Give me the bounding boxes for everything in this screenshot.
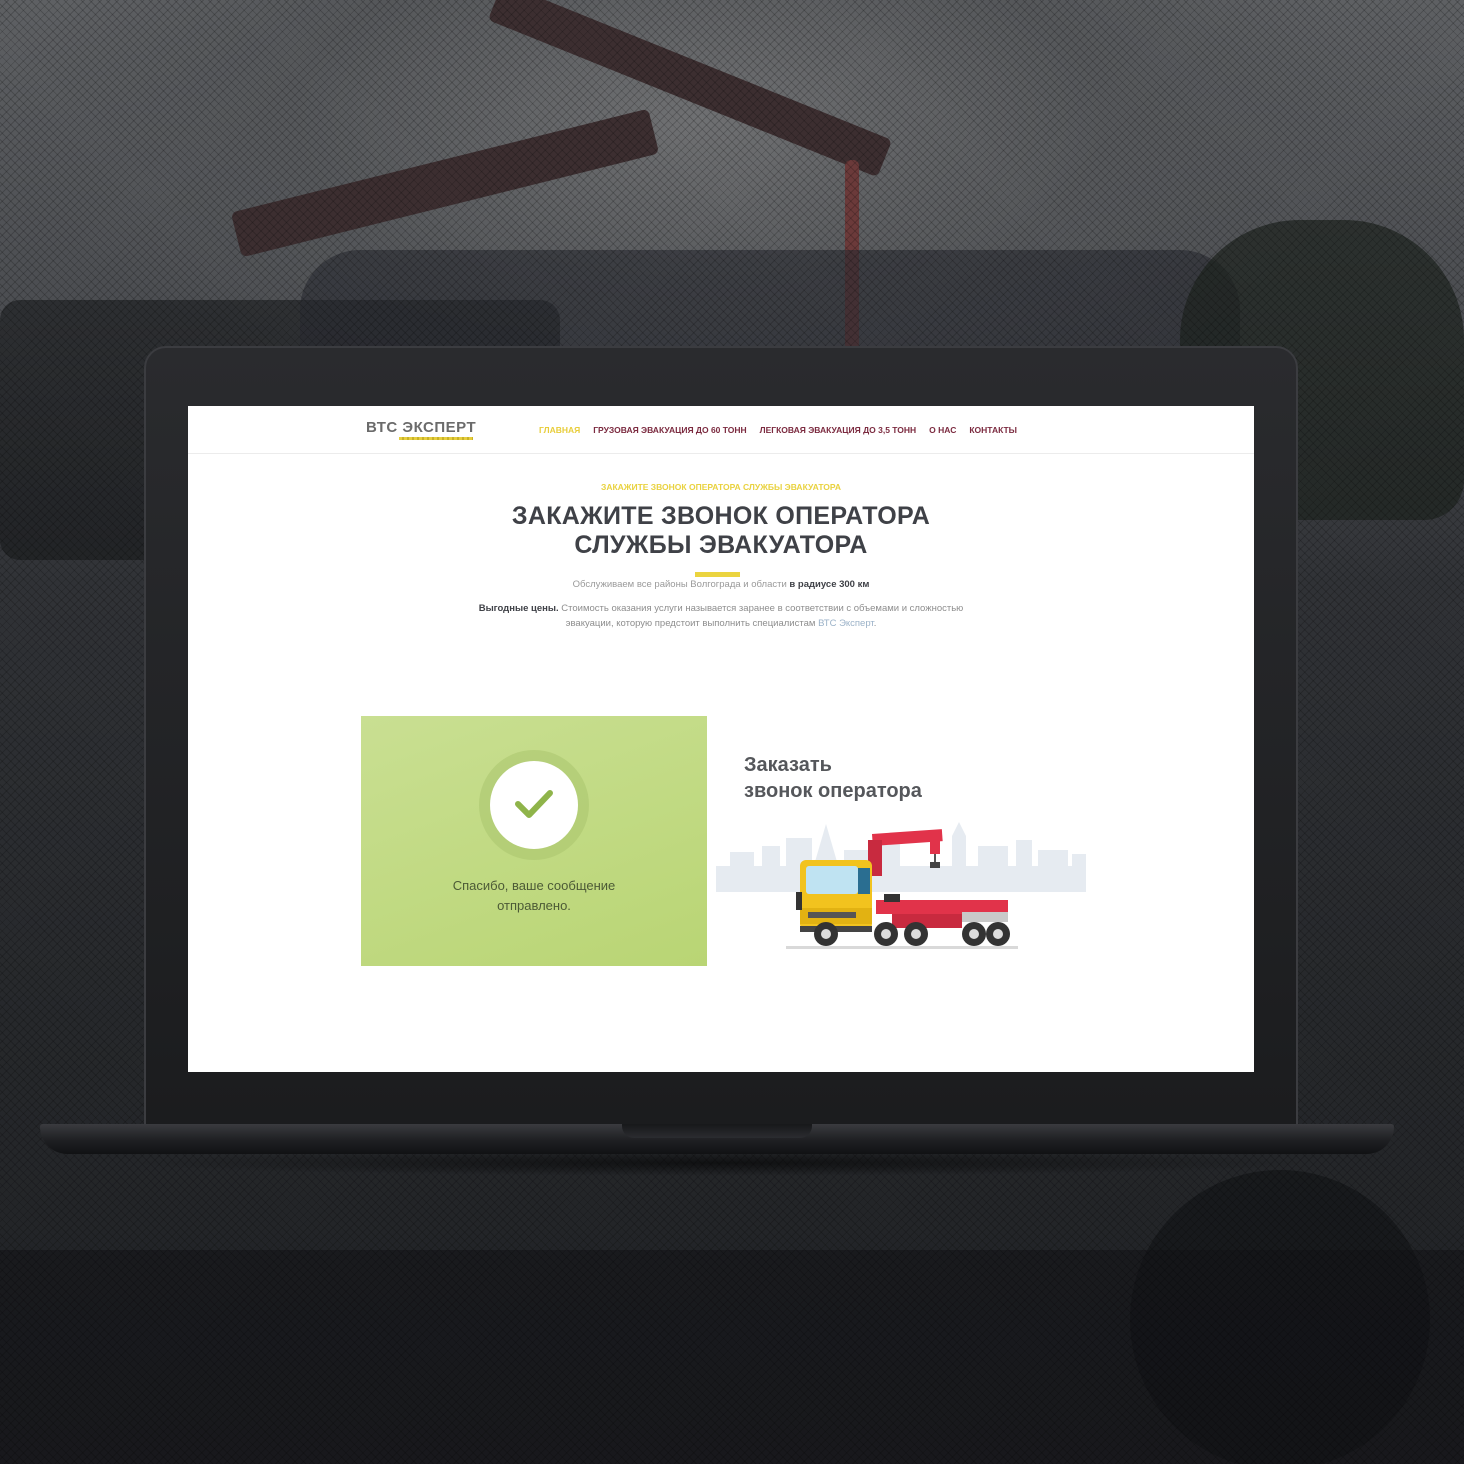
main-nav: ГЛАВНАЯ ГРУЗОВАЯ ЭВАКУАЦИЯ ДО 60 ТОНН ЛЕ… — [539, 425, 1017, 435]
truck-cab — [796, 860, 872, 932]
order-call-title: Заказать звонок оператора — [744, 752, 922, 804]
pricing-description: Выгодные цены. Стоимость оказания услуги… — [471, 601, 971, 631]
service-area-prefix: Обслуживаем все районы Волгограда и обла… — [572, 579, 790, 590]
order-call-title-line1: Заказать — [744, 754, 832, 776]
service-area-radius: в радиусе 300 км — [789, 579, 870, 590]
logo-underline — [399, 437, 473, 440]
success-message-line2: отправлено. — [497, 898, 571, 913]
nav-item-contacts[interactable]: КОНТАКТЫ — [969, 425, 1017, 435]
nav-item-home[interactable]: ГЛАВНАЯ — [539, 425, 580, 435]
nav-item-about[interactable]: О НАС — [929, 425, 956, 435]
site-logo[interactable]: ВТС ЭКСПЕРТ — [366, 419, 476, 436]
tow-truck-illustration — [716, 822, 1086, 949]
check-icon — [515, 790, 553, 818]
brand-link[interactable]: ВТС Эксперт — [818, 618, 874, 629]
road-line — [786, 946, 1018, 949]
page-title: ЗАКАЖИТЕ ЗВОНОК ОПЕРАТОРА СЛУЖБЫ ЭВАКУАТ… — [188, 502, 1254, 560]
nav-item-car-evacuation[interactable]: ЛЕГКОВАЯ ЭВАКУАЦИЯ ДО 3,5 ТОНН — [760, 425, 917, 435]
laptop-screen: ВТС ЭКСПЕРТ ГЛАВНАЯ ГРУЗОВАЯ ЭВАКУАЦИЯ Д… — [188, 406, 1254, 1072]
service-area-text: Обслуживаем все районы Волгограда и обла… — [188, 579, 1254, 590]
flatbed — [876, 900, 1008, 914]
order-call-title-line2: звонок оператора — [744, 780, 922, 802]
pricing-end: . — [873, 618, 877, 629]
success-message-line1: Спасибо, ваше сообщение — [452, 878, 616, 893]
nav-item-truck-evacuation[interactable]: ГРУЗОВАЯ ЭВАКУАЦИЯ ДО 60 ТОНН — [593, 425, 746, 435]
site-navbar: ВТС ЭКСПЕРТ ГЛАВНАЯ ГРУЗОВАЯ ЭВАКУАЦИЯ Д… — [188, 406, 1254, 454]
success-message: Спасибо, ваше сообщение отправлено. — [361, 876, 707, 916]
success-message-card: Спасибо, ваше сообщение отправлено. — [361, 716, 707, 966]
pricing-lead: Выгодные цены. — [478, 603, 559, 614]
laptop-notch — [622, 1124, 812, 1138]
pricing-body: Стоимость оказания услуги называется зар… — [558, 603, 964, 629]
title-accent-bar — [695, 572, 740, 577]
page-title-line2: СЛУЖБЫ ЭВАКУАТОРА — [574, 531, 868, 559]
section-kicker: ЗАКАЖИТЕ ЗВОНОК ОПЕРАТОРА СЛУЖБЫ ЭВАКУАТ… — [601, 482, 841, 492]
page-title-line1: ЗАКАЖИТЕ ЗВОНОК ОПЕРАТОРА — [511, 502, 931, 530]
